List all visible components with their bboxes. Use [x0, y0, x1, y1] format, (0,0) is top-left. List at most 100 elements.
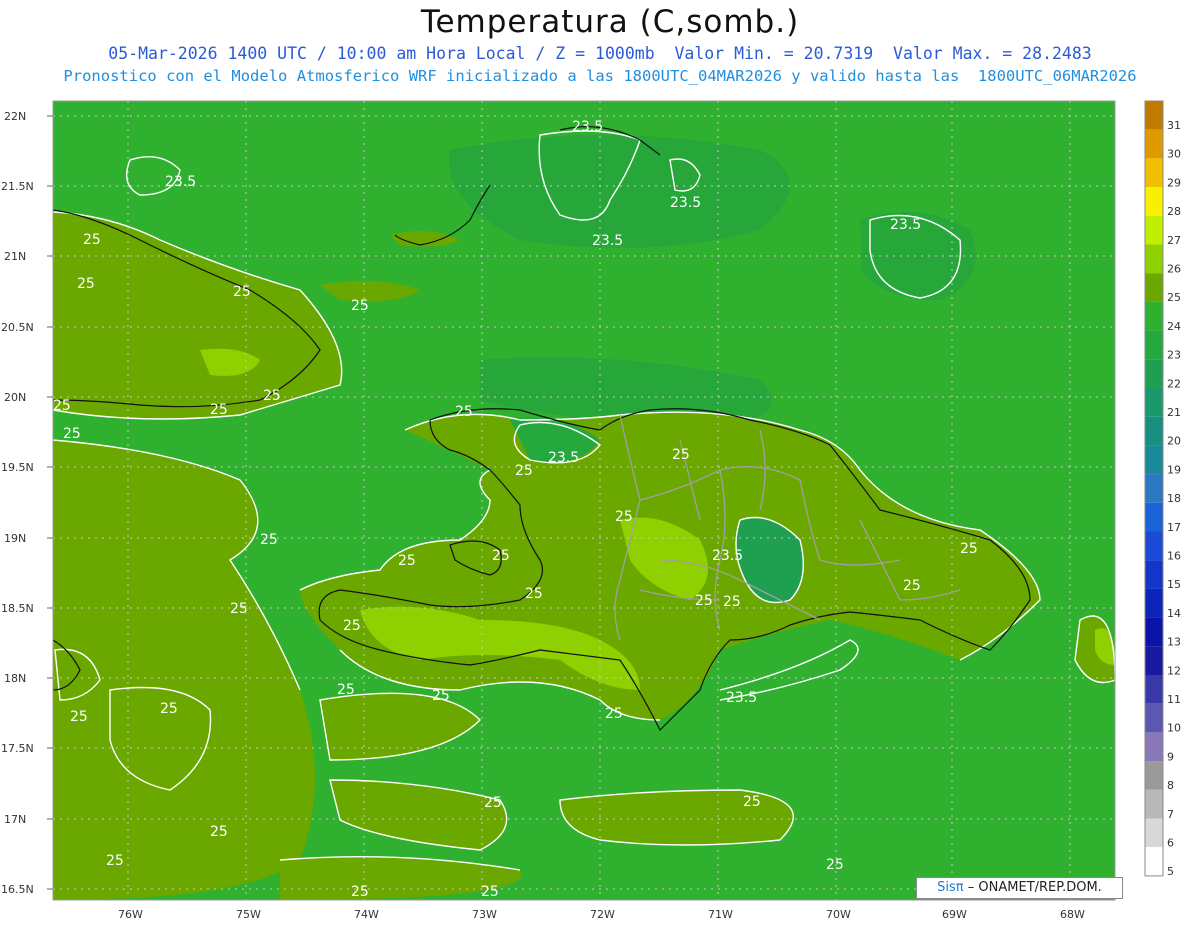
- colorbar-label: 9: [1167, 750, 1174, 763]
- contour-label: 25: [455, 404, 473, 420]
- contour-label: 25: [615, 509, 633, 525]
- lon-label: 69W: [942, 908, 967, 921]
- colorbar-label: 31: [1167, 119, 1181, 132]
- colorbar-swatch: [1145, 789, 1163, 819]
- contour-label: 25: [106, 853, 124, 869]
- lat-label: 19.5N: [1, 461, 34, 474]
- lat-label: 18N: [4, 672, 26, 685]
- contour-label: 25: [743, 794, 761, 810]
- colorbar-swatch: [1145, 330, 1163, 360]
- colorbar-label: 8: [1167, 779, 1174, 792]
- colorbar-swatch: [1145, 416, 1163, 446]
- colorbar-label: 26: [1167, 263, 1181, 276]
- lat-label: 19N: [4, 532, 26, 545]
- lon-label: 70W: [826, 908, 851, 921]
- colorbar-swatch: [1145, 588, 1163, 618]
- temperature-map: 23.5 23.5 23.5 23.5 23.5 23.5 23.5 23.5 …: [1, 100, 1181, 921]
- colorbar-label: 13: [1167, 636, 1181, 649]
- colorbar-swatch: [1145, 847, 1163, 876]
- colorbar-swatch: [1145, 445, 1163, 475]
- contour-label: 25: [233, 284, 251, 300]
- contour-label: 25: [432, 688, 450, 704]
- contour-label: 25: [337, 682, 355, 698]
- lat-label: 20N: [4, 391, 26, 404]
- contour-label: 25: [343, 618, 361, 634]
- lat-label: 20.5N: [1, 321, 34, 334]
- lon-axis: 76W 75W 74W 73W 72W 71W 70W 69W 68W: [118, 908, 1085, 921]
- lat-label: 17N: [4, 813, 26, 826]
- colorbar-label: 15: [1167, 578, 1181, 591]
- lon-label: 71W: [708, 908, 733, 921]
- colorbar-swatch: [1145, 818, 1163, 848]
- contour-label: 23.5: [548, 450, 579, 466]
- lat-ticks: [47, 115, 53, 890]
- colorbar-swatch: [1145, 215, 1163, 245]
- lon-label: 76W: [118, 908, 143, 921]
- contour-label: 25: [903, 578, 921, 594]
- colorbar-label: 22: [1167, 377, 1181, 390]
- colorbar-label: 16: [1167, 550, 1181, 563]
- contour-label: 25: [525, 586, 543, 602]
- colorbar-label: 14: [1167, 607, 1181, 620]
- colorbar-label: 18: [1167, 492, 1181, 505]
- colorbar-swatch: [1145, 732, 1163, 762]
- colorbar-swatch: [1145, 703, 1163, 733]
- lon-label: 75W: [236, 908, 261, 921]
- contour-label: 25: [53, 398, 71, 414]
- contour-label: 23.5: [572, 119, 603, 135]
- colorbar-swatch: [1145, 129, 1163, 159]
- colorbar-label: 20: [1167, 435, 1181, 448]
- colorbar-swatch: [1145, 646, 1163, 675]
- colorbar-swatch: [1145, 388, 1163, 417]
- colorbar-label: 7: [1167, 808, 1174, 821]
- colorbar: 31 30 29 28 27 26 25 24 23 22 21 20 19 18 17 16 15 14 13 12…: [1144, 100, 1181, 878]
- colorbar-label: 10: [1167, 722, 1181, 735]
- colorbar-swatch: [1145, 502, 1163, 532]
- colorbar-label: 28: [1167, 205, 1181, 218]
- lon-label: 72W: [590, 908, 615, 921]
- lat-label: 21N: [4, 250, 26, 263]
- contour-label: 25: [77, 276, 95, 292]
- credit-box: Sisπ – ONAMET/REP.DOM.: [916, 877, 1123, 899]
- contour-label: 23.5: [165, 174, 196, 190]
- contour-label: 25: [605, 706, 623, 722]
- contour-label: 25: [515, 463, 533, 479]
- colorbar-label: 30: [1167, 148, 1181, 161]
- contour-label: 25: [70, 709, 88, 725]
- contour-label: 25: [492, 548, 510, 564]
- contour-label: 25: [484, 795, 502, 811]
- colorbar-swatch: [1145, 158, 1163, 188]
- contour-label: 25: [672, 447, 690, 463]
- colorbar-label: 19: [1167, 463, 1181, 476]
- contour-label: 25: [481, 884, 499, 900]
- colorbar-swatch: [1145, 675, 1163, 704]
- contour-label: 25: [351, 884, 369, 900]
- contour-label: 25: [83, 232, 101, 248]
- colorbar-swatch: [1145, 531, 1163, 561]
- contour-label: 23.5: [592, 233, 623, 249]
- sispi-logo: Sisπ: [937, 880, 964, 895]
- colorbar-swatch: [1145, 359, 1163, 388]
- contour-label: 23.5: [726, 690, 757, 706]
- lat-label: 22N: [4, 110, 26, 123]
- contour-label: 25: [263, 388, 281, 404]
- colorbar-label: 21: [1167, 406, 1181, 419]
- lon-label: 68W: [1060, 908, 1085, 921]
- colorbar-label: 12: [1167, 664, 1181, 677]
- contour-label: 25: [960, 541, 978, 557]
- contour-label: 25: [723, 594, 741, 610]
- colorbar-swatch: [1145, 301, 1163, 331]
- contour-label: 25: [695, 593, 713, 609]
- colorbar-label: 25: [1167, 291, 1181, 304]
- colorbar-swatch: [1145, 273, 1163, 302]
- lat-label: 17.5N: [1, 742, 34, 755]
- colorbar-swatch: [1145, 474, 1163, 503]
- map-field: 23.5 23.5 23.5 23.5 23.5 23.5 23.5 23.5 …: [53, 101, 1115, 900]
- lat-label: 16.5N: [1, 883, 34, 896]
- lat-axis: 22N 21.5N 21N 20.5N 20N 19.5N 19N 18.5N …: [1, 110, 34, 896]
- contour-label: 23.5: [890, 217, 921, 233]
- colorbar-label: 17: [1167, 521, 1181, 534]
- colorbar-label: 27: [1167, 234, 1181, 247]
- contour-label: 25: [160, 701, 178, 717]
- lat-label: 18.5N: [1, 602, 34, 615]
